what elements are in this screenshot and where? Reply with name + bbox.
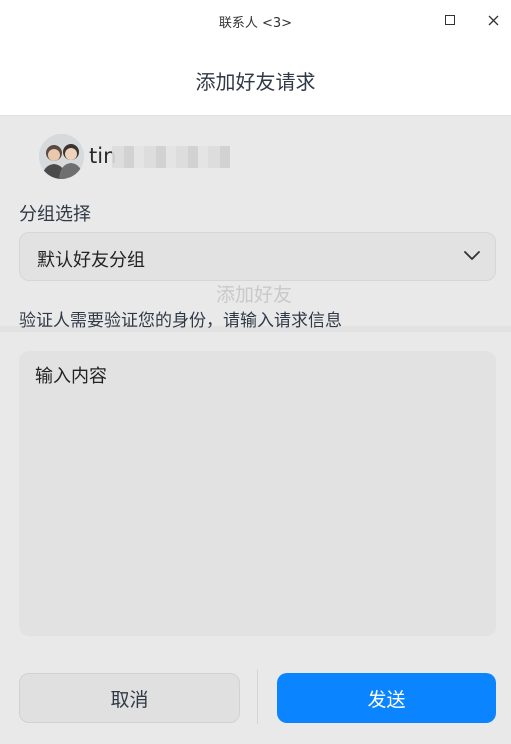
cancel-button[interactable]: 取消 bbox=[19, 673, 240, 723]
group-select[interactable]: 默认好友分组 bbox=[19, 232, 496, 281]
close-button[interactable] bbox=[481, 8, 505, 32]
background-ghost-text: 添加好友 bbox=[216, 284, 293, 306]
window-titlebar: 联系人 <3> bbox=[0, 0, 511, 40]
dialog-title: 添加好友请求 bbox=[195, 70, 316, 94]
verification-message-input[interactable] bbox=[19, 351, 496, 636]
window-title: 联系人 <3> bbox=[218, 16, 293, 31]
group-selected-value: 默认好友分组 bbox=[37, 250, 145, 271]
avatar bbox=[39, 134, 84, 179]
footer-divider bbox=[257, 670, 258, 724]
masked-name-redaction bbox=[112, 146, 230, 168]
dialog-header: 添加好友请求 bbox=[0, 40, 511, 116]
avatar-image bbox=[39, 134, 84, 179]
verification-label: 验证人需要验证您的身份，请输入请求信息 bbox=[19, 311, 342, 331]
chevron-down-icon bbox=[464, 251, 480, 260]
send-button[interactable]: 发送 bbox=[277, 673, 496, 723]
maximize-button[interactable] bbox=[438, 8, 462, 32]
maximize-icon bbox=[445, 15, 455, 25]
close-icon bbox=[488, 15, 498, 25]
group-label: 分组选择 bbox=[19, 204, 91, 225]
